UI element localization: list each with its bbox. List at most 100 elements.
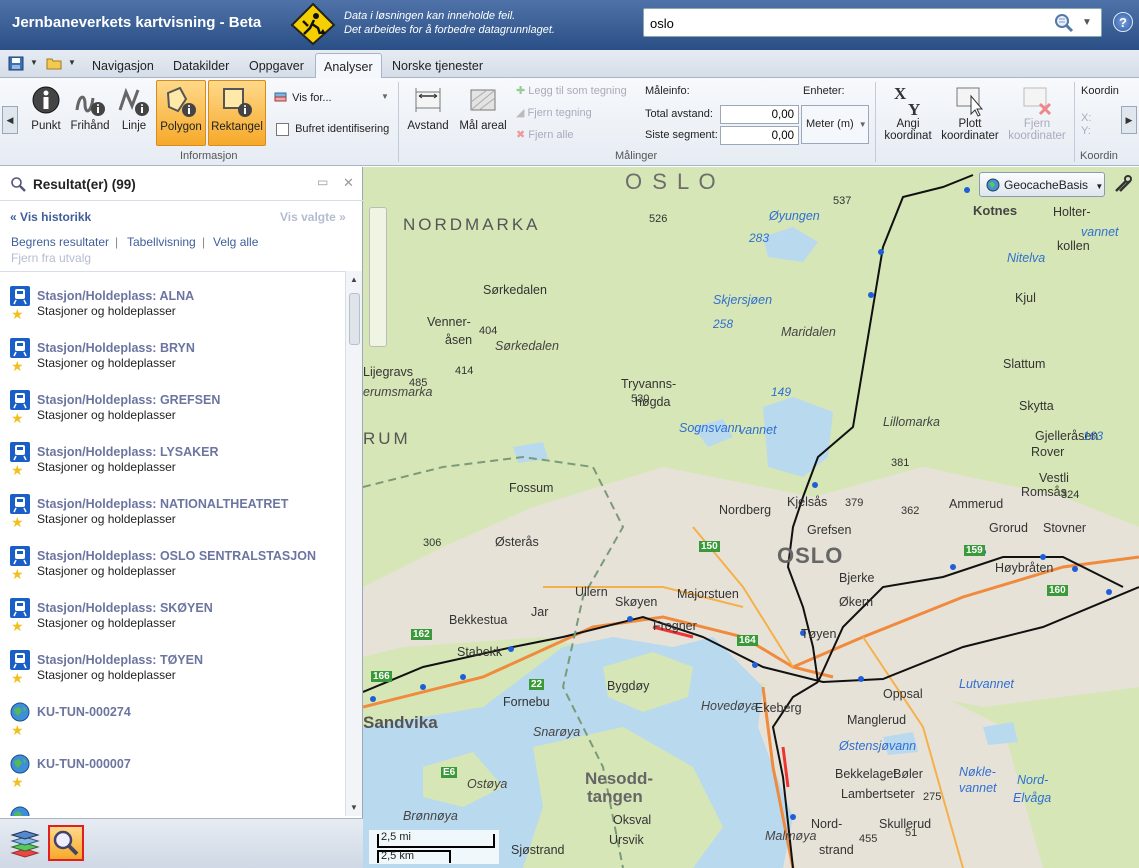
result-title[interactable]: Stasjon/Holdeplass: GREFSEN — [37, 393, 220, 407]
identify-freehand-button[interactable]: Frihånd — [68, 80, 112, 144]
unit-select[interactable]: Meter (m) ▼ — [801, 105, 869, 144]
identify-polygon-button[interactable]: Polygon — [156, 80, 206, 146]
search-results-button[interactable] — [48, 825, 84, 861]
legg-til-tegning-button[interactable]: ✚ Legg til som tegning — [516, 84, 627, 97]
map-label: 163 — [1083, 429, 1104, 443]
result-title[interactable]: Stasjon/Holdeplass: NATIONALTHEATRET — [37, 497, 288, 511]
fjern-alle-button[interactable]: ✖ Fjern alle — [516, 128, 574, 141]
basemap-selector[interactable]: GeocacheBasis ▼ — [979, 172, 1105, 197]
fjern-fra-utvalg-link[interactable]: Fjern fra utvalg — [11, 251, 91, 265]
tab-datakilder[interactable]: Datakilder — [165, 53, 237, 78]
vis-valgte-link[interactable]: Vis valgte » — [280, 210, 346, 224]
map-label: vannet — [959, 781, 997, 795]
favorite-star-icon[interactable]: ★ — [11, 566, 24, 583]
mal-areal-button[interactable]: Mål areal — [456, 80, 510, 144]
identify-point-button[interactable]: Punkt — [26, 80, 66, 144]
siste-segment-field[interactable] — [720, 126, 799, 145]
app-title: Jernbaneverkets kartvisning - Beta — [12, 14, 262, 31]
vis-for-dropdown-arrow-icon[interactable]: ▼ — [381, 92, 389, 101]
map-label: Holter- — [1053, 205, 1091, 219]
result-title[interactable]: Stasjon/Holdeplass: LYSAKER — [37, 445, 219, 459]
fjern-koordinater-button[interactable]: Fjern koordinater — [1005, 80, 1069, 150]
favorite-star-icon[interactable]: ★ — [11, 462, 24, 479]
map-label: Maridalen — [781, 325, 836, 339]
search-input[interactable] — [650, 14, 1040, 32]
favorite-star-icon[interactable]: ★ — [11, 670, 24, 687]
save-icon[interactable] — [8, 56, 24, 71]
begrens-resultater-link[interactable]: Begrens resultater — [11, 235, 109, 249]
result-title[interactable]: Stasjon/Holdeplass: SKØYEN — [37, 601, 213, 615]
result-item[interactable]: ★ Stasjon/Holdeplass: NATIONALTHEATRET Sta… — [0, 480, 345, 532]
result-item[interactable]: ★ KU-TUN-000007 — [0, 740, 345, 792]
layer-stack-icon[interactable] — [10, 829, 40, 859]
result-item[interactable]: ★ Stasjon/Holdeplass: BRYN Stasjoner og ho… — [0, 324, 345, 376]
wrench-tools-icon[interactable] — [1112, 173, 1134, 195]
favorite-star-icon[interactable]: ★ — [11, 722, 24, 739]
search-icon[interactable] — [1054, 13, 1074, 33]
favorite-star-icon[interactable]: ★ — [11, 410, 24, 427]
ribbon-scroll-right[interactable]: ▶ — [1121, 106, 1137, 134]
results-scrollbar[interactable]: ▲ ▼ — [345, 271, 362, 816]
bufret-checkbox-row[interactable]: Bufret identifisering — [276, 123, 389, 136]
favorite-star-icon[interactable]: ★ — [11, 618, 24, 635]
tab-analyser[interactable]: Analyser — [315, 53, 382, 78]
result-title[interactable]: KU-TUN-000007 — [37, 757, 131, 771]
open-folder-icon[interactable] — [46, 56, 62, 71]
result-title[interactable]: Stasjon/Holdeplass: BRYN — [37, 341, 195, 355]
result-title[interactable]: Stasjon/Holdeplass: OSLO SENTRALSTASJON — [37, 549, 316, 563]
tab-navigasjon[interactable]: Navigasjon — [84, 53, 162, 78]
scrollbar-thumb[interactable] — [349, 293, 360, 345]
total-avstand-field[interactable] — [720, 105, 799, 124]
favorite-star-icon[interactable]: ★ — [11, 514, 24, 531]
map-label: 162 — [411, 629, 432, 640]
search-box[interactable]: ▼ — [643, 8, 1102, 37]
save-dropdown-icon[interactable]: ▼ — [30, 58, 38, 67]
avstand-button[interactable]: Avstand — [405, 80, 451, 144]
map-label: Sandvika — [363, 713, 438, 732]
ribbon-scroll-left[interactable]: ◀ — [2, 106, 18, 134]
favorite-star-icon[interactable]: ★ — [11, 774, 24, 791]
map-label: 258 — [713, 317, 734, 331]
tab-oppgaver[interactable]: Oppgaver — [241, 53, 312, 78]
vis-for-dropdown[interactable]: Vis for... — [273, 91, 332, 105]
velg-alle-link[interactable]: Velg alle — [213, 235, 258, 249]
help-button[interactable]: ? — [1113, 12, 1133, 32]
search-dropdown-icon[interactable]: ▼ — [1082, 17, 1092, 28]
scroll-up-icon[interactable]: ▲ — [350, 275, 358, 284]
result-item[interactable]: ★ Stasjon/Holdeplass: SKØYEN Stasjoner og … — [0, 584, 345, 636]
result-item[interactable]: ★ Stasjon/Holdeplass: OSLO SENTRALSTASJON… — [0, 532, 345, 584]
angi-koordinat-button[interactable]: X Y Angi koordinat — [881, 80, 935, 150]
open-dropdown-icon[interactable]: ▼ — [68, 58, 76, 67]
map-view[interactable]: O S L O NORDMARKA Kotnes Holter-kollen Nitel… — [363, 167, 1139, 868]
vis-historikk-link[interactable]: « Vis historikk — [10, 210, 91, 224]
result-title[interactable]: Stasjon/Holdeplass: TØYEN — [37, 653, 203, 667]
tabellvisning-link[interactable]: Tabellvisning — [127, 235, 196, 249]
result-item[interactable]: ★ Stasjon/Holdeplass: LYSAKER Stasjoner og… — [0, 428, 345, 480]
map-label: OSLO — [777, 543, 844, 568]
favorite-star-icon[interactable]: ★ — [11, 358, 24, 375]
result-item[interactable]: ★ Stasjon/Holdeplass: TØYEN Stasjoner og h… — [0, 636, 345, 688]
identify-rectangle-button[interactable]: Rektangel — [208, 80, 266, 146]
result-item[interactable]: ★ KU-TUN-000274 — [0, 688, 345, 740]
minimize-icon[interactable]: ▭ — [317, 175, 328, 189]
close-icon[interactable]: ✕ — [343, 175, 354, 191]
favorite-star-icon[interactable]: ★ — [11, 306, 24, 323]
result-item[interactable]: ★ Stasjon/Holdeplass: ALNA Stasjoner og ho… — [0, 272, 345, 324]
identify-line-button[interactable]: Linje — [114, 80, 154, 144]
group-separator — [875, 82, 876, 162]
plott-koordinater-button[interactable]: Plott koordinater — [938, 80, 1002, 150]
scroll-down-icon[interactable]: ▼ — [350, 803, 358, 812]
result-title[interactable]: Stasjon/Holdeplass: ALNA — [37, 289, 194, 303]
bufret-checkbox[interactable] — [276, 123, 289, 136]
map-label: Bygdøy — [607, 679, 650, 693]
angi-line-1: Angi — [896, 118, 920, 130]
fjern-tegning-button[interactable]: ◢ Fjern tegning — [516, 106, 592, 119]
zoom-slider[interactable] — [369, 207, 387, 347]
scale-km-label: 2,5 km — [381, 850, 415, 862]
result-item[interactable]: ★ Stasjon/Holdeplass: GREFSEN Stasjoner og… — [0, 376, 345, 428]
map-label: Jar — [531, 605, 549, 619]
result-title[interactable]: KU-TUN-000274 — [37, 705, 131, 719]
map-label: 159 — [964, 545, 985, 556]
tab-norske-tjenester[interactable]: Norske tjenester — [384, 53, 491, 78]
map-canvas[interactable] — [363, 167, 1139, 868]
